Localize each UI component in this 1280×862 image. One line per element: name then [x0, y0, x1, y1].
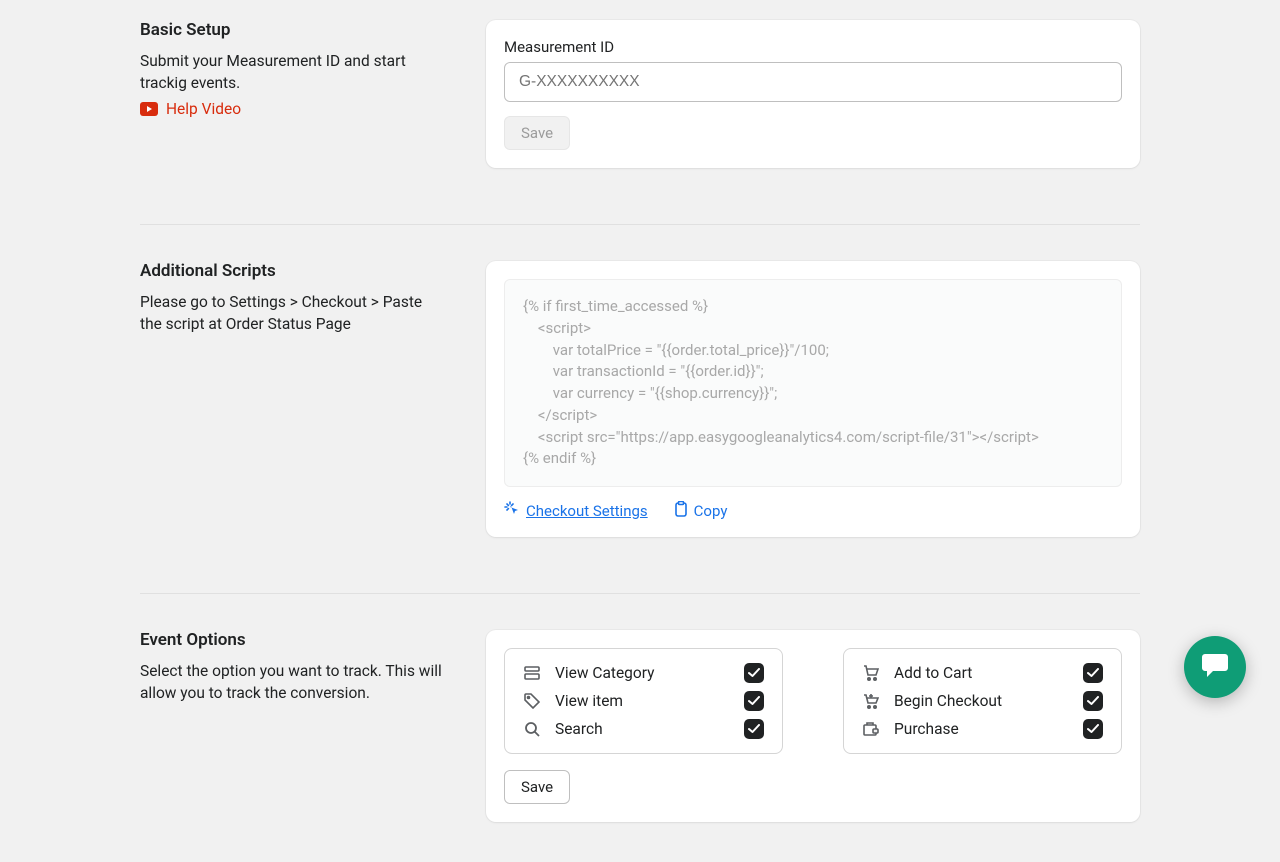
event-checkbox[interactable] — [744, 691, 764, 711]
category-icon — [523, 664, 541, 682]
event-label: View item — [555, 692, 730, 710]
event-options-card: View Category View item Search — [486, 630, 1140, 822]
section-title: Basic Setup — [140, 20, 446, 40]
event-option-begin-checkout: Begin Checkout — [862, 691, 1103, 711]
section-title: Event Options — [140, 630, 446, 650]
event-group-left: View Category View item Search — [504, 648, 783, 754]
section-title: Additional Scripts — [140, 261, 446, 281]
event-checkbox[interactable] — [1083, 719, 1103, 739]
event-label: View Category — [555, 664, 730, 682]
scripts-card: {% if first_time_accessed %} <script> va… — [486, 261, 1140, 537]
checkout-settings-label: Checkout Settings — [526, 502, 648, 520]
help-video-link[interactable]: Help Video — [140, 100, 241, 118]
help-video-label: Help Video — [166, 100, 241, 118]
save-button[interactable]: Save — [504, 116, 570, 150]
checkout-settings-link[interactable]: Checkout Settings — [504, 501, 648, 521]
chat-icon — [1201, 652, 1229, 682]
event-label: Search — [555, 720, 730, 738]
script-code-block: {% if first_time_accessed %} <script> va… — [504, 279, 1122, 487]
event-label: Purchase — [894, 720, 1069, 738]
section-description: Select the option you want to track. Thi… — [140, 660, 446, 704]
section-description: Please go to Settings > Checkout > Paste… — [140, 291, 446, 335]
event-checkbox[interactable] — [744, 719, 764, 739]
tag-icon — [523, 692, 541, 710]
event-option-purchase: Purchase — [862, 719, 1103, 739]
cart-icon — [862, 664, 880, 682]
section-additional-scripts: Additional Scripts Please go to Settings… — [140, 224, 1140, 573]
measurement-id-input[interactable] — [504, 62, 1122, 102]
measurement-id-label: Measurement ID — [504, 38, 1122, 56]
chat-widget-button[interactable] — [1184, 636, 1246, 698]
section-description: Submit your Measurement ID and start tra… — [140, 50, 446, 94]
event-option-search: Search — [523, 719, 764, 739]
event-checkbox[interactable] — [744, 663, 764, 683]
event-checkbox[interactable] — [1083, 691, 1103, 711]
checkout-icon — [862, 692, 880, 710]
event-checkbox[interactable] — [1083, 663, 1103, 683]
event-group-right: Add to Cart Begin Checkout Purchase — [843, 648, 1122, 754]
section-basic-setup: Basic Setup Submit your Measurement ID a… — [140, 20, 1140, 204]
purchase-icon — [862, 720, 880, 738]
event-option-view-category: View Category — [523, 663, 764, 683]
clipboard-icon — [674, 501, 688, 521]
copy-label: Copy — [694, 502, 728, 520]
event-label: Add to Cart — [894, 664, 1069, 682]
event-option-add-to-cart: Add to Cart — [862, 663, 1103, 683]
event-option-view-item: View item — [523, 691, 764, 711]
event-label: Begin Checkout — [894, 692, 1069, 710]
save-button[interactable]: Save — [504, 770, 570, 804]
copy-link[interactable]: Copy — [674, 501, 728, 521]
cursor-click-icon — [504, 501, 520, 521]
basic-setup-card: Measurement ID Save — [486, 20, 1140, 168]
search-icon — [523, 720, 541, 738]
section-event-options: Event Options Select the option you want… — [140, 593, 1140, 822]
youtube-icon — [140, 102, 158, 116]
